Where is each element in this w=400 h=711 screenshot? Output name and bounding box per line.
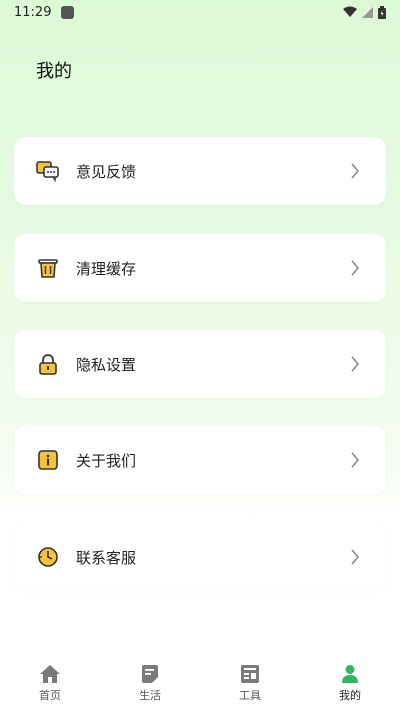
menu-item-label: 隐私设置	[76, 355, 137, 374]
tab-mine[interactable]: 我的	[300, 656, 400, 711]
menu-item-label: 清理缓存	[76, 259, 137, 278]
feedback-chat-icon	[36, 159, 60, 183]
clock-service-icon	[36, 545, 60, 569]
toolbox-icon	[239, 663, 261, 685]
wifi-icon	[343, 6, 357, 18]
menu-item-feedback[interactable]: 意见反馈	[14, 137, 386, 205]
tab-life[interactable]: 生活	[100, 656, 200, 711]
menu-item-customer-service[interactable]: 联系客服	[14, 523, 386, 591]
tab-label: 生活	[139, 689, 161, 702]
status-time: 11:29	[14, 4, 52, 20]
chevron-right-icon	[350, 547, 364, 567]
tab-label: 工具	[239, 689, 261, 702]
home-icon	[39, 663, 61, 685]
chevron-right-icon	[350, 161, 364, 181]
lock-icon	[36, 352, 60, 376]
note-icon	[139, 663, 161, 685]
page-title: 我的	[36, 61, 72, 82]
battery-icon	[378, 5, 386, 19]
chevron-right-icon	[350, 258, 364, 278]
tab-label: 我的	[339, 689, 361, 702]
tab-label: 首页	[39, 689, 61, 702]
menu-item-label: 关于我们	[76, 451, 137, 470]
tab-home[interactable]: 首页	[0, 656, 100, 711]
menu-item-clear-cache[interactable]: 清理缓存	[14, 234, 386, 302]
chevron-right-icon	[350, 450, 364, 470]
menu-item-about[interactable]: 关于我们	[14, 426, 386, 494]
signal-icon	[362, 6, 373, 18]
chevron-right-icon	[350, 354, 364, 374]
status-bar: 11:29	[0, 0, 400, 24]
trash-bin-icon	[36, 256, 60, 280]
menu-item-label: 联系客服	[76, 548, 137, 567]
status-icons	[343, 5, 386, 19]
notification-app-icon	[61, 5, 75, 19]
info-icon	[36, 448, 60, 472]
tab-tools[interactable]: 工具	[200, 656, 300, 711]
person-icon	[339, 663, 361, 685]
menu-item-privacy[interactable]: 隐私设置	[14, 330, 386, 398]
menu-item-label: 意见反馈	[76, 162, 137, 181]
bottom-tab-bar: 首页 生活 工具 我的	[0, 656, 400, 711]
